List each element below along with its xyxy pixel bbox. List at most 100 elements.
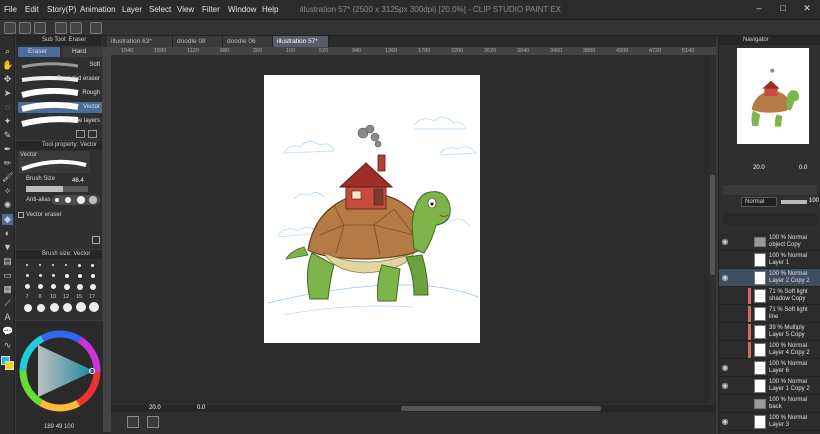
folder-icon[interactable] (754, 399, 766, 409)
maximize-icon[interactable]: □ (772, 3, 794, 17)
airbrush-tool-icon[interactable]: ✧ (2, 186, 13, 197)
brush-size-preset[interactable] (26, 264, 28, 266)
tab-illustration-63[interactable]: illustration 63* (107, 36, 173, 47)
layer-row[interactable]: ◉ 100 % Normal Layer 1 Copy 2 (719, 377, 820, 395)
subtool-item-soft[interactable]: Soft (18, 60, 102, 71)
brush-size-preset[interactable] (51, 284, 56, 289)
eye-hidden-icon[interactable] (720, 399, 730, 409)
frame-tool-icon[interactable]: ▦ (2, 284, 13, 295)
rotation-value[interactable]: 0.0 (197, 405, 205, 411)
eyedropper-tool-icon[interactable]: ✎ (2, 130, 13, 141)
brush-size-preset[interactable] (39, 264, 41, 266)
vertical-scrollbar[interactable] (709, 55, 716, 404)
menu-view[interactable]: View (177, 5, 194, 14)
layer-row[interactable]: 39 % Multiply Layer 5 Copy (719, 323, 820, 341)
brush-size-preset[interactable] (89, 302, 99, 312)
hand-tool-icon[interactable]: ✋ (2, 60, 13, 71)
balloon-tool-icon[interactable]: 💬 (2, 326, 13, 337)
subtool-item-some-layers[interactable]: Some layers (18, 116, 102, 127)
operation-tool-icon[interactable]: ➤ (2, 88, 13, 99)
fill-tool-icon[interactable]: ▼ (2, 242, 13, 253)
brush-size-preset[interactable] (91, 264, 94, 267)
menu-animation[interactable]: Animation (80, 5, 116, 14)
eye-icon[interactable]: ◉ (720, 417, 730, 427)
zoom-value[interactable]: 20.0 (149, 405, 161, 411)
brush-size-preset[interactable] (52, 264, 54, 266)
brush-size-preset[interactable] (52, 274, 55, 277)
tab-hard[interactable]: Hard (62, 47, 102, 57)
tab-illustration-57[interactable]: illustration 57* (273, 36, 329, 47)
sub-color-swatch[interactable] (5, 361, 14, 370)
brush-size-preset[interactable] (65, 274, 69, 278)
menu-filter[interactable]: Filter (202, 5, 220, 14)
eye-icon[interactable]: ◉ (720, 381, 730, 391)
navigator-zoom[interactable]: 20.0 (753, 165, 765, 171)
vector-eraser-checkbox[interactable] (18, 212, 24, 218)
antialias-weak[interactable] (65, 197, 71, 203)
eye-hidden-icon[interactable] (720, 309, 730, 319)
menu-edit[interactable]: Edit (25, 5, 39, 14)
subtool-item-rough[interactable]: Rough (18, 87, 102, 99)
brush-size-preset[interactable] (24, 304, 32, 312)
tab-doodle-08[interactable]: doodle 08 (173, 36, 223, 47)
antialias-none[interactable] (55, 198, 59, 202)
eye-hidden-icon[interactable] (720, 345, 730, 355)
tab-eraser[interactable]: Eraser (18, 47, 60, 57)
layer-row[interactable]: 100 % Normal back (719, 395, 820, 413)
layer-row[interactable]: ◉ 100 % Normal Layer 2 Copy 2 (719, 269, 820, 287)
antialias-medium[interactable] (77, 196, 85, 204)
settings-icon[interactable] (92, 236, 100, 244)
layer-row[interactable]: 100 % Normal Layer 1 (719, 251, 820, 269)
figure-tool-icon[interactable]: ▭ (2, 270, 13, 281)
layer-row[interactable]: ◉ 100 % Normal object Copy (719, 233, 820, 251)
menu-window[interactable]: Window (228, 5, 256, 14)
layer-row[interactable]: 71 % Soft light shadow Copy (719, 287, 820, 305)
layer-row[interactable]: 100 % Normal Layer 4 Copy 2 (719, 341, 820, 359)
add-subtool-icon[interactable] (76, 130, 85, 138)
blend-tool-icon[interactable]: ◐ (2, 228, 13, 239)
move-tool-icon[interactable]: ✥ (2, 74, 13, 85)
antialias-strong[interactable] (89, 196, 97, 204)
eraser-tool-icon[interactable]: ◆ (2, 214, 13, 225)
undo-icon[interactable] (55, 22, 67, 34)
brush-size-preset[interactable] (38, 284, 43, 289)
menu-help[interactable]: Help (262, 5, 278, 14)
zoom-tool-icon[interactable]: ⌕ (2, 46, 13, 57)
color-wheel[interactable] (16, 321, 110, 421)
fit-screen-icon[interactable] (147, 416, 159, 428)
decoration-tool-icon[interactable]: ✺ (2, 200, 13, 211)
correct-line-tool-icon[interactable]: ∿ (2, 340, 13, 351)
brush-size-preset[interactable] (78, 264, 81, 267)
delete-subtool-icon[interactable] (88, 130, 97, 138)
opacity-slider[interactable] (781, 200, 807, 204)
brush-size-preset[interactable] (90, 284, 96, 290)
pencil-tool-icon[interactable]: ✏ (2, 158, 13, 169)
layer-row[interactable]: ◉ 100 % Normal Layer 3 (719, 413, 820, 431)
tab-doodle-06[interactable]: doodle 06 (223, 36, 273, 47)
close-icon[interactable]: ✕ (796, 3, 818, 17)
antialias-selector[interactable] (52, 195, 100, 205)
eye-icon[interactable]: ◉ (720, 363, 730, 373)
lasso-tool-icon[interactable]: ◌ (2, 102, 13, 113)
folder-icon[interactable] (754, 237, 766, 247)
menu-select[interactable]: Select (149, 5, 171, 14)
open-file-icon[interactable] (19, 22, 31, 34)
navigator-angle[interactable]: 0.0 (799, 165, 807, 171)
eye-icon[interactable]: ◉ (720, 237, 730, 247)
eye-hidden-icon[interactable] (720, 291, 730, 301)
menu-story[interactable]: Story(P) (47, 5, 76, 14)
subtool-item-rounded-eraser[interactable]: Rounded eraser (18, 74, 102, 85)
brush-size-preset[interactable] (64, 284, 70, 290)
brush-size-preset[interactable] (50, 303, 59, 312)
opacity-value[interactable]: 100 (809, 198, 819, 204)
brush-tool-icon[interactable]: 🖌 (2, 172, 13, 183)
menu-layer[interactable]: Layer (122, 5, 142, 14)
blend-mode-select[interactable]: Normal (741, 197, 777, 207)
canvas-paper[interactable] (264, 75, 480, 343)
brush-size-preset[interactable] (63, 303, 72, 312)
eye-icon[interactable]: ◉ (720, 273, 730, 283)
ruler-tool-icon[interactable]: ⟋ (2, 298, 13, 309)
menu-file[interactable]: File (4, 5, 17, 14)
brush-size-preset[interactable] (77, 284, 83, 290)
brush-size-preset[interactable] (37, 304, 45, 312)
